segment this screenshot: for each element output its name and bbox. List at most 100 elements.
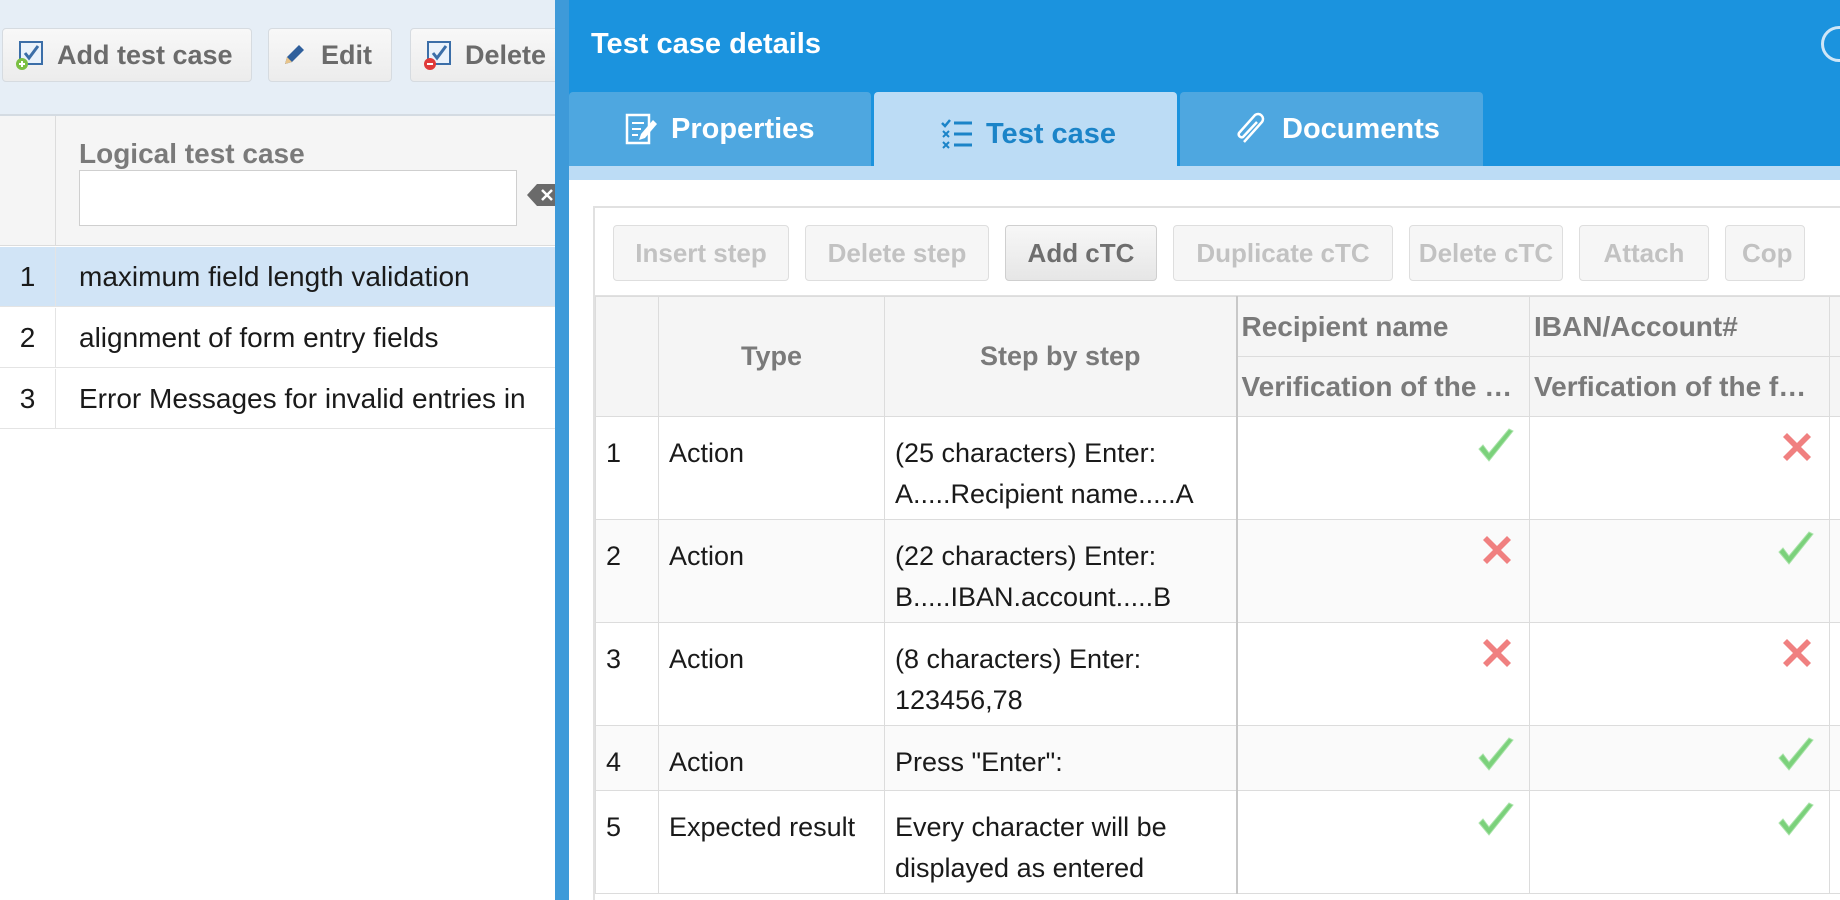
add-test-case-button[interactable]: Add test case xyxy=(2,28,252,82)
copy-button[interactable]: Cop xyxy=(1725,225,1805,281)
ctc-iban-account-cell[interactable] xyxy=(1529,725,1830,791)
paperclip-icon xyxy=(1236,112,1268,146)
step-number: 1 xyxy=(595,416,659,520)
step-description[interactable]: (8 characters) Enter: 123456,78 xyxy=(884,622,1238,726)
step-toolbar: Insert step Delete step Add cTC Duplicat… xyxy=(595,208,1840,296)
step-type[interactable]: Action xyxy=(658,725,885,791)
add-test-case-label: Add test case xyxy=(57,39,233,70)
pane-splitter[interactable] xyxy=(555,0,569,900)
step-description[interactable]: Press "Enter": xyxy=(884,725,1238,791)
ctc-next-cell xyxy=(1829,416,1840,520)
step-type[interactable]: Action xyxy=(658,519,885,623)
ctc-iban-account-description: Verfication of the f… xyxy=(1529,356,1830,417)
ctc-iban-account-cell[interactable] xyxy=(1529,519,1830,623)
table-row[interactable]: 2 Action (22 characters) Enter: B.....IBAN… xyxy=(595,519,1840,623)
step-number: 3 xyxy=(595,622,659,726)
pencil-icon xyxy=(279,40,309,70)
step-type[interactable]: Action xyxy=(658,416,885,520)
tab-test-case[interactable]: Test case xyxy=(874,92,1177,176)
step-description[interactable]: (25 characters) Enter: A.....Recipient n… xyxy=(884,416,1238,520)
test-case-title: alignment of form entry fields xyxy=(79,321,439,353)
logical-test-case-filter-input[interactable] xyxy=(79,170,517,226)
ctc-next-header xyxy=(1829,296,1840,357)
check-icon xyxy=(1475,801,1517,843)
check-icon xyxy=(1775,736,1817,778)
delete-button[interactable]: Delete xyxy=(410,28,555,82)
delete-step-button[interactable]: Delete step xyxy=(805,225,989,281)
table-row[interactable]: 5 Expected result Every character will be … xyxy=(595,790,1840,894)
row-number-header xyxy=(595,296,659,417)
ctc-iban-account-cell[interactable] xyxy=(1529,622,1830,726)
ctc-recipient-name-cell[interactable] xyxy=(1236,790,1530,894)
list-item[interactable]: 2 alignment of form entry fields xyxy=(0,308,555,368)
test-case-title: maximum field length validation xyxy=(79,260,470,292)
clear-filter-icon[interactable] xyxy=(527,182,555,208)
panel-title: Test case details xyxy=(591,28,821,60)
list-toolbar: Add test case Edit Delete xyxy=(0,0,555,116)
close-panel-icon[interactable] xyxy=(1821,26,1840,62)
check-icon xyxy=(1775,801,1817,843)
test-case-title: Error Messages for invalid entries in xyxy=(79,382,526,414)
ctc-next-cell xyxy=(1829,622,1840,726)
table-row[interactable]: 4 Action Press "Enter": xyxy=(595,725,1840,791)
step-number: 2 xyxy=(595,519,659,623)
step-column-header: Step by step xyxy=(884,296,1238,417)
ctc-iban-account-cell[interactable] xyxy=(1529,790,1830,894)
step-type[interactable]: Action xyxy=(658,622,885,726)
checklist-icon xyxy=(940,117,972,151)
ctc-iban-account-cell[interactable] xyxy=(1529,416,1830,520)
check-icon xyxy=(1475,427,1517,469)
steps-table: Type Step by step Recipient name IBAN/Ac… xyxy=(595,296,1840,894)
tab-properties-label: Properties xyxy=(671,112,815,145)
ctc-next-description xyxy=(1829,356,1840,417)
row-number-header xyxy=(0,116,56,246)
attach-button[interactable]: Attach xyxy=(1579,225,1709,281)
cross-icon xyxy=(1477,633,1517,673)
insert-step-button[interactable]: Insert step xyxy=(613,225,789,281)
tab-documents-label: Documents xyxy=(1282,112,1440,145)
ctc-recipient-name-header[interactable]: Recipient name xyxy=(1236,296,1530,357)
test-case-details-panel: Test case details Properties Test case D… xyxy=(569,0,1840,900)
ctc-next-cell xyxy=(1829,725,1840,791)
list-item[interactable]: 3 Error Messages for invalid entries in xyxy=(0,369,555,429)
panel-header: Test case details Properties Test case D… xyxy=(569,0,1840,180)
delete-label: Delete xyxy=(465,39,547,70)
ctc-next-cell xyxy=(1829,790,1840,894)
test-case-content: Insert step Delete step Add cTC Duplicat… xyxy=(593,206,1840,900)
ctc-recipient-name-cell[interactable] xyxy=(1236,519,1530,623)
tab-documents[interactable]: Documents xyxy=(1180,92,1483,166)
row-number: 1 xyxy=(0,247,56,306)
duplicate-ctc-button[interactable]: Duplicate cTC xyxy=(1173,225,1393,281)
step-type[interactable]: Expected result xyxy=(658,790,885,894)
table-row[interactable]: 1 Action (25 characters) Enter: A.....Reci… xyxy=(595,416,1840,520)
active-tab-strip xyxy=(569,166,1840,180)
add-checkbox-icon xyxy=(15,40,45,70)
add-ctc-button[interactable]: Add cTC xyxy=(1005,225,1157,281)
check-icon xyxy=(1475,736,1517,778)
row-number: 2 xyxy=(0,308,56,367)
tab-properties[interactable]: Properties xyxy=(569,92,871,166)
ctc-iban-account-header[interactable]: IBAN/Account# xyxy=(1529,296,1830,357)
ctc-recipient-name-cell[interactable] xyxy=(1236,725,1530,791)
delete-checkbox-icon xyxy=(423,40,453,70)
test-case-list-pane: Add test case Edit Delete Logical test c… xyxy=(0,0,555,900)
ctc-recipient-name-cell[interactable] xyxy=(1236,416,1530,520)
logical-test-case-column-title: Logical test case xyxy=(79,138,305,169)
edit-label: Edit xyxy=(321,39,372,70)
list-item[interactable]: 1 maximum field length validation xyxy=(0,247,555,307)
list-grid-header: Logical test case xyxy=(0,116,555,246)
type-column-header: Type xyxy=(658,296,885,417)
edit-document-icon xyxy=(625,112,657,146)
tab-test-case-label: Test case xyxy=(986,117,1117,150)
row-number: 3 xyxy=(0,369,56,428)
step-number: 5 xyxy=(595,790,659,894)
cross-icon xyxy=(1777,633,1817,673)
delete-ctc-button[interactable]: Delete cTC xyxy=(1409,225,1563,281)
step-description[interactable]: (22 characters) Enter: B.....IBAN.accoun… xyxy=(884,519,1238,623)
edit-button[interactable]: Edit xyxy=(268,28,392,82)
table-row[interactable]: 3 Action (8 characters) Enter: 123456,78 xyxy=(595,622,1840,726)
ctc-recipient-name-description: Verification of the … xyxy=(1236,356,1530,417)
step-description[interactable]: Every character will be displayed as ent… xyxy=(884,790,1238,894)
ctc-recipient-name-cell[interactable] xyxy=(1236,622,1530,726)
step-number: 4 xyxy=(595,725,659,791)
